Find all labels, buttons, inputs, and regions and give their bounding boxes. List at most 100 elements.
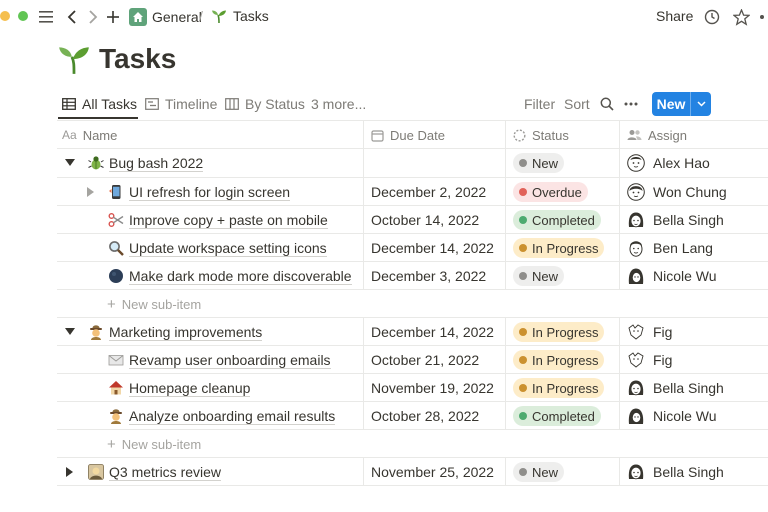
column-header-name[interactable]: Aa Name <box>62 127 117 143</box>
status-cell[interactable]: New <box>513 458 565 486</box>
name-cell[interactable]: Make dark mode more discoverable <box>107 262 352 290</box>
name-cell[interactable]: Revamp user onboarding emails <box>107 346 331 374</box>
back-icon[interactable] <box>61 6 83 28</box>
status-badge: New <box>513 266 565 286</box>
status-dot <box>519 159 527 167</box>
status-badge: In Progress <box>513 322 605 342</box>
toggle-collapsed-icon[interactable] <box>87 178 94 206</box>
menu-icon[interactable] <box>35 6 57 28</box>
table-row[interactable]: Update workspace setting icons December … <box>57 234 768 262</box>
table-row[interactable]: Improve copy + paste on mobile October 1… <box>57 206 768 234</box>
breadcrumb-workspace[interactable]: General <box>129 8 202 26</box>
name-cell[interactable]: Marketing improvements <box>87 318 263 346</box>
task-name: Analyze onboarding email results <box>129 407 336 425</box>
assignee-name: Fig <box>653 352 673 368</box>
column-header-assign[interactable]: Assign <box>627 127 687 143</box>
task-name: Bug bash 2022 <box>109 154 204 172</box>
due-date-cell[interactable]: December 2, 2022 <box>371 178 486 206</box>
assignee-cell[interactable]: Fig <box>627 318 672 346</box>
task-name: Make dark mode more discoverable <box>129 267 352 285</box>
assignee-cell[interactable]: Nicole Wu <box>627 402 717 430</box>
task-name: Revamp user onboarding emails <box>129 351 331 369</box>
breadcrumb-page[interactable]: Tasks <box>211 8 269 24</box>
status-dot <box>519 328 527 336</box>
forward-icon[interactable] <box>82 6 104 28</box>
status-cell[interactable]: New <box>513 262 565 290</box>
assignee-cell[interactable]: Fig <box>627 346 672 374</box>
table-row[interactable]: Revamp user onboarding emails October 21… <box>57 346 768 374</box>
table-row[interactable]: Bug bash 2022 New Alex Hao <box>57 149 768 177</box>
seedling-icon[interactable] <box>57 42 91 76</box>
status-dot <box>519 356 527 364</box>
toggle-collapsed-icon[interactable] <box>66 458 73 486</box>
status-cell[interactable]: Overdue <box>513 178 588 206</box>
tab-by-status[interactable]: By Status <box>225 88 305 120</box>
assignee-cell[interactable]: Nicole Wu <box>627 262 717 290</box>
assignee-cell[interactable]: Bella Singh <box>627 206 724 234</box>
table-row[interactable]: Make dark mode more discoverable Decembe… <box>57 262 768 290</box>
assignee-cell[interactable]: Won Chung <box>627 178 727 206</box>
add-page-icon[interactable] <box>102 6 124 28</box>
status-cell[interactable]: Completed <box>513 402 601 430</box>
chevron-down-icon[interactable] <box>691 101 711 107</box>
status-cell[interactable]: In Progress <box>513 318 605 346</box>
due-date-cell[interactable]: November 25, 2022 <box>371 458 494 486</box>
sort-button[interactable]: Sort <box>564 96 590 112</box>
due-date-cell[interactable]: December 14, 2022 <box>371 234 494 262</box>
status-label: New <box>532 464 559 480</box>
name-cell[interactable]: Homepage cleanup <box>107 374 251 402</box>
table-row[interactable]: Q3 metrics review November 25, 2022 New … <box>57 458 768 486</box>
table-row[interactable]: Homepage cleanup November 19, 2022 In Pr… <box>57 374 768 402</box>
window-zoom-dot[interactable] <box>18 11 28 21</box>
due-date-cell[interactable]: October 14, 2022 <box>371 206 479 234</box>
search-icon[interactable] <box>596 93 618 115</box>
status-cell[interactable]: In Progress <box>513 374 605 402</box>
table-icon <box>62 98 76 110</box>
new-sub-item-button[interactable]: + New sub-item <box>107 294 201 314</box>
tab-timeline[interactable]: Timeline <box>145 88 217 120</box>
name-cell[interactable]: Q3 metrics review <box>87 458 222 486</box>
status-cell[interactable]: New <box>513 149 565 177</box>
table-row[interactable]: UI refresh for login screen December 2, … <box>57 178 768 206</box>
new-sub-item-label: New sub-item <box>121 296 202 312</box>
name-cell[interactable]: Improve copy + paste on mobile <box>107 206 328 234</box>
table-row[interactable]: Analyze onboarding email results October… <box>57 402 768 430</box>
status-cell[interactable]: Completed <box>513 206 601 234</box>
toggle-expanded-icon[interactable] <box>65 318 75 346</box>
due-date-cell[interactable]: October 28, 2022 <box>371 402 479 430</box>
status-label: In Progress <box>532 324 599 340</box>
assignee-cell[interactable]: Bella Singh <box>627 374 724 402</box>
due-date-cell[interactable]: November 19, 2022 <box>371 374 494 402</box>
tab-all-tasks[interactable]: All Tasks <box>62 88 137 120</box>
star-icon[interactable] <box>730 6 752 28</box>
name-cell[interactable]: Analyze onboarding email results <box>107 402 336 430</box>
column-header-due-date[interactable]: Due Date <box>371 127 445 143</box>
more-icon[interactable] <box>755 6 768 28</box>
status-cell[interactable]: In Progress <box>513 346 605 374</box>
table-row[interactable]: Marketing improvements December 14, 2022… <box>57 318 768 346</box>
new-button[interactable]: New <box>652 92 711 116</box>
filter-button[interactable]: Filter <box>524 96 555 112</box>
status-dot <box>519 468 527 476</box>
window-minimize-dot[interactable] <box>0 11 10 21</box>
more-options-icon[interactable] <box>620 93 642 115</box>
due-date-cell[interactable]: December 14, 2022 <box>371 318 494 346</box>
name-cell[interactable]: Bug bash 2022 <box>87 149 204 177</box>
new-sub-item-button[interactable]: + New sub-item <box>107 434 201 454</box>
name-cell[interactable]: UI refresh for login screen <box>107 178 291 206</box>
tab-more-views[interactable]: 3 more... <box>311 88 366 120</box>
calendar-icon <box>371 129 384 142</box>
clock-icon[interactable] <box>701 6 723 28</box>
assignee-cell[interactable]: Ben Lang <box>627 234 713 262</box>
assignee-name: Bella Singh <box>653 380 724 396</box>
column-header-status[interactable]: Status <box>513 127 569 143</box>
share-button[interactable]: Share <box>656 8 693 24</box>
status-cell[interactable]: In Progress <box>513 234 605 262</box>
due-date-cell[interactable]: December 3, 2022 <box>371 262 486 290</box>
assignee-cell[interactable]: Bella Singh <box>627 458 724 486</box>
status-label: Completed <box>532 408 595 424</box>
assignee-cell[interactable]: Alex Hao <box>627 149 710 177</box>
due-date-cell[interactable]: October 21, 2022 <box>371 346 479 374</box>
name-cell[interactable]: Update workspace setting icons <box>107 234 327 262</box>
toggle-expanded-icon[interactable] <box>65 149 75 177</box>
